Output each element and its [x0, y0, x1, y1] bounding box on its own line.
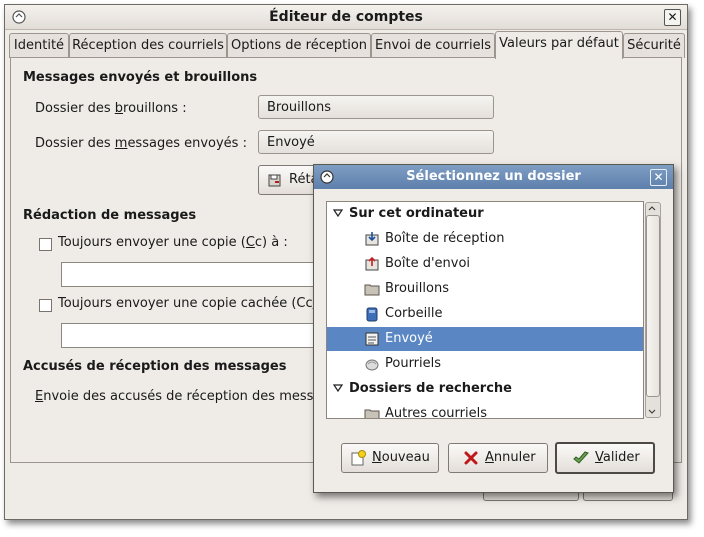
- messages-section-heading: Messages envoyés et brouillons: [23, 70, 258, 85]
- bcc-label: Toujours envoyer une copie cachée (Cci): [58, 296, 321, 311]
- ok-button[interactable]: Valider: [555, 442, 655, 474]
- sent-folder-button[interactable]: Envoyé: [258, 130, 494, 154]
- expander-down-icon[interactable]: [333, 383, 343, 393]
- tab-reception[interactable]: Réception des courriels: [69, 33, 227, 58]
- inbox-icon: [365, 232, 379, 246]
- sent-folder-label: Dossier des messages envoyés :: [35, 136, 247, 151]
- dialog-close-button[interactable]: ✕: [650, 169, 667, 186]
- folder-tree[interactable]: Sur cet ordinateur Boîte de réception Bo…: [326, 201, 644, 419]
- scroll-down-icon[interactable]: [647, 407, 657, 416]
- revert-icon: [268, 174, 281, 187]
- scroll-up-icon[interactable]: [647, 204, 657, 213]
- tab-options-reception[interactable]: Options de réception: [227, 33, 371, 58]
- cc-label: Toujours envoyer une copie (Cc) à :: [58, 235, 288, 250]
- trash-icon: [366, 307, 378, 322]
- cc-address-input[interactable]: [61, 262, 321, 287]
- folder-select-dialog: Sélectionnez un dossier ✕ Sur cet ordina…: [313, 164, 674, 493]
- bcc-checkbox[interactable]: [39, 299, 52, 312]
- folder-icon: [364, 284, 380, 296]
- junk-icon: [365, 359, 379, 371]
- tree-item-sent[interactable]: Envoyé: [327, 327, 643, 351]
- tree-item-inbox[interactable]: Boîte de réception: [327, 227, 643, 251]
- drafts-folder-label: Dossier des brouillons :: [35, 101, 187, 116]
- tab-valeurs-defaut[interactable]: Valeurs par défaut: [495, 31, 623, 59]
- receipts-label: Envoie des accusés de réception des mess…: [35, 389, 322, 404]
- dialog-title: Sélectionnez un dossier: [406, 169, 581, 184]
- tree-item-junk[interactable]: Pourriels: [327, 352, 643, 376]
- window-title: Éditeur de comptes: [269, 9, 423, 25]
- receipts-section-heading: Accusés de réception des messages: [23, 359, 287, 374]
- tree-group-local[interactable]: Sur cet ordinateur: [327, 202, 643, 226]
- expander-down-icon[interactable]: [333, 208, 343, 218]
- cancel-icon: [464, 451, 478, 465]
- new-folder-button[interactable]: Nouveau: [341, 443, 439, 473]
- tab-securite[interactable]: Sécurité: [623, 33, 685, 58]
- outbox-icon: [365, 256, 379, 271]
- apply-icon: [573, 451, 589, 464]
- new-folder-icon: [351, 450, 366, 466]
- folder-icon: [364, 409, 380, 418]
- bcc-address-input[interactable]: [61, 323, 321, 348]
- sent-icon: [365, 332, 379, 346]
- tree-item-outbox[interactable]: Boîte d'envoi: [327, 252, 643, 276]
- cancel-button[interactable]: Annuler: [448, 443, 548, 473]
- tab-envoi[interactable]: Envoi de courriels: [371, 33, 495, 58]
- tree-item-trash[interactable]: Corbeille: [327, 302, 643, 326]
- window-close-button[interactable]: ✕: [664, 9, 681, 26]
- cc-checkbox[interactable]: [39, 238, 52, 251]
- composition-section-heading: Rédaction de messages: [23, 208, 197, 223]
- tree-group-search[interactable]: Dossiers de recherche: [327, 377, 643, 401]
- drafts-folder-button[interactable]: Brouillons: [258, 95, 494, 119]
- tree-item-other-mail[interactable]: Autres courriels: [327, 402, 643, 418]
- title-bar[interactable]: Éditeur de comptes ✕: [5, 5, 687, 30]
- tree-item-drafts[interactable]: Brouillons: [327, 277, 643, 301]
- tab-bar: Identité Réception des courriels Options…: [9, 31, 685, 59]
- tab-identite[interactable]: Identité: [9, 33, 69, 58]
- dialog-title-bar[interactable]: Sélectionnez un dossier ✕: [314, 165, 673, 189]
- scrollbar-thumb[interactable]: [646, 215, 660, 397]
- tree-scrollbar[interactable]: [645, 202, 661, 418]
